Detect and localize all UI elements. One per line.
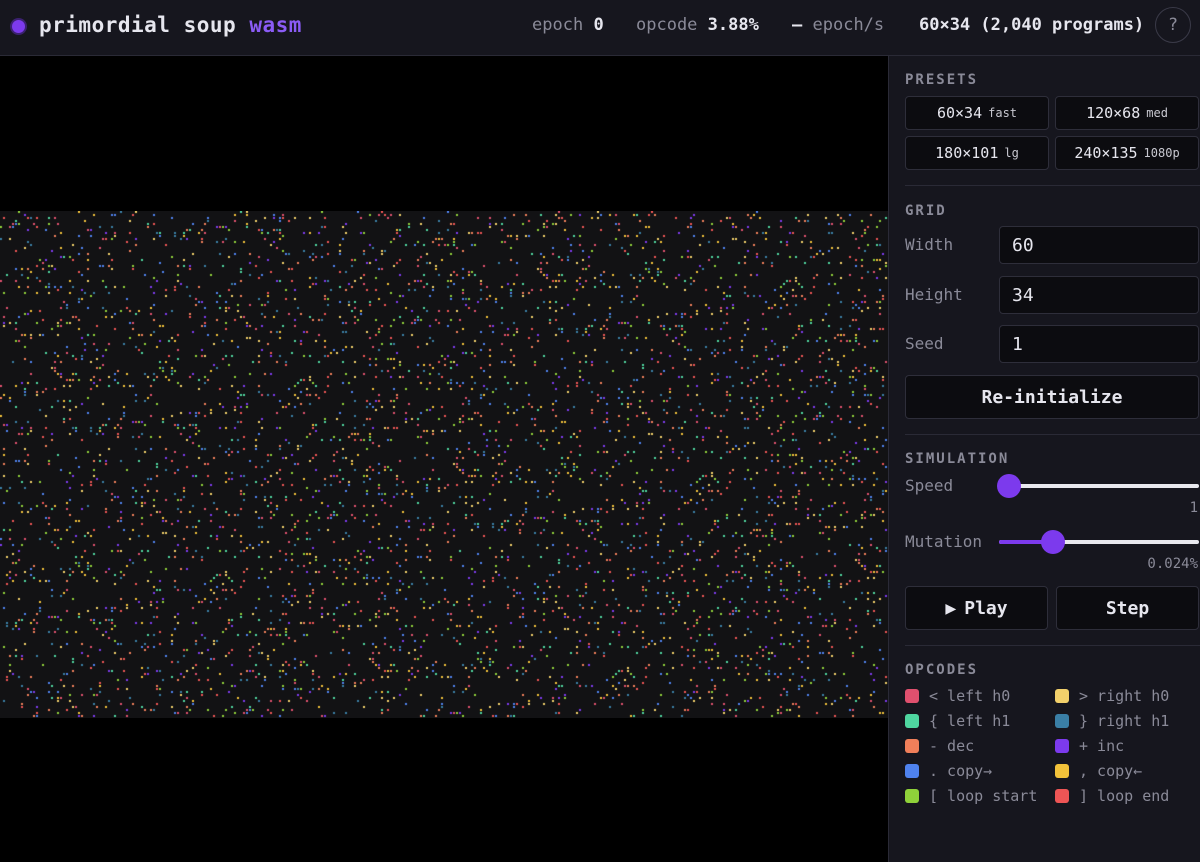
preset-180x101-button[interactable]: 180×101 lg [905, 136, 1049, 170]
presets-title: PRESETS [905, 72, 979, 88]
opcode-color-swatch [1055, 789, 1069, 803]
opcode-legend-item: { left h1 [905, 712, 1010, 730]
divider [905, 434, 1200, 435]
speed-label: Speed [905, 476, 954, 495]
opcode-color-swatch [1055, 714, 1069, 728]
preset-60x34-button[interactable]: 60×34 fast [905, 96, 1049, 130]
mutation-slider[interactable] [999, 530, 1199, 554]
opcode-color-swatch [905, 714, 919, 728]
app-title: primordial soup wasm [39, 13, 302, 37]
step-button[interactable]: Step [1056, 586, 1199, 630]
opcode-label: [ loop start [929, 787, 1038, 805]
preset-label: 120×68 [1086, 104, 1141, 122]
app-title-accent: wasm [249, 13, 302, 37]
opcode-legend-item: [ loop start [905, 787, 1037, 805]
preset-tag: lg [1004, 146, 1019, 160]
width-label: Width [905, 235, 954, 254]
opcode-color-swatch [905, 689, 919, 703]
seed-input[interactable]: 1 [999, 325, 1199, 363]
epoch-stat: epoch 0 [532, 15, 604, 35]
rate-label: epoch/s [812, 15, 885, 35]
opcode-label: > right h0 [1079, 687, 1170, 705]
opcode-legend-item: < left h0 [905, 687, 1010, 705]
rate-stat: — epoch/s [792, 15, 884, 35]
preset-tag: 1080p [1143, 146, 1180, 160]
speed-slider-thumb[interactable] [997, 474, 1021, 498]
speed-slider[interactable] [997, 474, 1199, 498]
opcodes-title: OPCODES [905, 662, 979, 678]
opcode-color-swatch [905, 739, 919, 753]
opcode-label: . copy→ [929, 762, 993, 780]
opcode-label: < left h0 [929, 687, 1011, 705]
preset-tag: med [1146, 106, 1168, 120]
opcode-label: , copy← [1079, 762, 1143, 780]
opcode-legend-item: - dec [905, 737, 974, 755]
divider [905, 645, 1200, 646]
reinitialize-button[interactable]: Re-initialize [905, 375, 1199, 419]
opcode-legend-item: , copy← [1055, 762, 1142, 780]
play-label: Play [964, 597, 1008, 619]
preset-120x68-button[interactable]: 120×68 med [1055, 96, 1199, 130]
opcode-color-swatch [905, 789, 919, 803]
opcode-color-swatch [1055, 764, 1069, 778]
simulation-title: SIMULATION [905, 451, 1010, 467]
height-input[interactable]: 34 [999, 276, 1199, 314]
mutation-value: 0.024% [1147, 556, 1198, 572]
opcode-color-swatch [1055, 689, 1069, 703]
opcode-label: { left h1 [929, 712, 1011, 730]
canvas-area [0, 56, 888, 862]
brand-dot-icon [12, 20, 25, 33]
opcode-label: - dec [929, 737, 975, 755]
opcode-legend-item: > right h0 [1055, 687, 1169, 705]
control-panel: PRESETS 60×34 fast 120×68 med 180×101 lg… [888, 56, 1200, 862]
width-input[interactable]: 60 [999, 226, 1199, 264]
app-title-main: primordial soup [39, 13, 237, 37]
preset-label: 60×34 [936, 104, 983, 122]
divider [905, 185, 1200, 186]
play-icon: ▶ [945, 597, 957, 619]
opcode-label: ] loop end [1079, 787, 1170, 805]
opcode-color-swatch [905, 764, 919, 778]
speed-value: 1 [1189, 500, 1198, 516]
soup-canvas[interactable] [0, 211, 888, 718]
opcode-value: 3.88% [707, 15, 759, 35]
opcode-color-swatch [1055, 739, 1069, 753]
play-button[interactable]: ▶ Play [905, 586, 1048, 630]
opcode-legend-item: . copy→ [905, 762, 992, 780]
height-label: Height [905, 285, 963, 304]
opcode-stat: opcode 3.88% [636, 15, 759, 35]
epoch-label: epoch [532, 15, 584, 35]
seed-label: Seed [905, 334, 944, 353]
mutation-slider-thumb[interactable] [1041, 530, 1065, 554]
opcode-legend-item: ] loop end [1055, 787, 1169, 805]
preset-label: 240×135 [1074, 144, 1138, 162]
opcode-legend-item: } right h1 [1055, 712, 1169, 730]
mutation-label: Mutation [905, 532, 983, 551]
grid-title: GRID [905, 203, 947, 219]
opcode-legend-item: + inc [1055, 737, 1124, 755]
epoch-value: 0 [593, 15, 604, 35]
opcode-label: opcode [636, 15, 698, 35]
preset-label: 180×101 [935, 144, 999, 162]
opcode-label: + inc [1079, 737, 1125, 755]
preset-240x135-button[interactable]: 240×135 1080p [1055, 136, 1199, 170]
rate-value: — [792, 15, 803, 35]
opcode-label: } right h1 [1079, 712, 1170, 730]
top-bar: primordial soup wasm epoch 0 opcode 3.88… [0, 0, 1200, 56]
preset-tag: fast [988, 106, 1018, 120]
help-button[interactable]: ? [1155, 7, 1191, 43]
grid-info: 60×34 (2,040 programs) [919, 15, 1145, 35]
